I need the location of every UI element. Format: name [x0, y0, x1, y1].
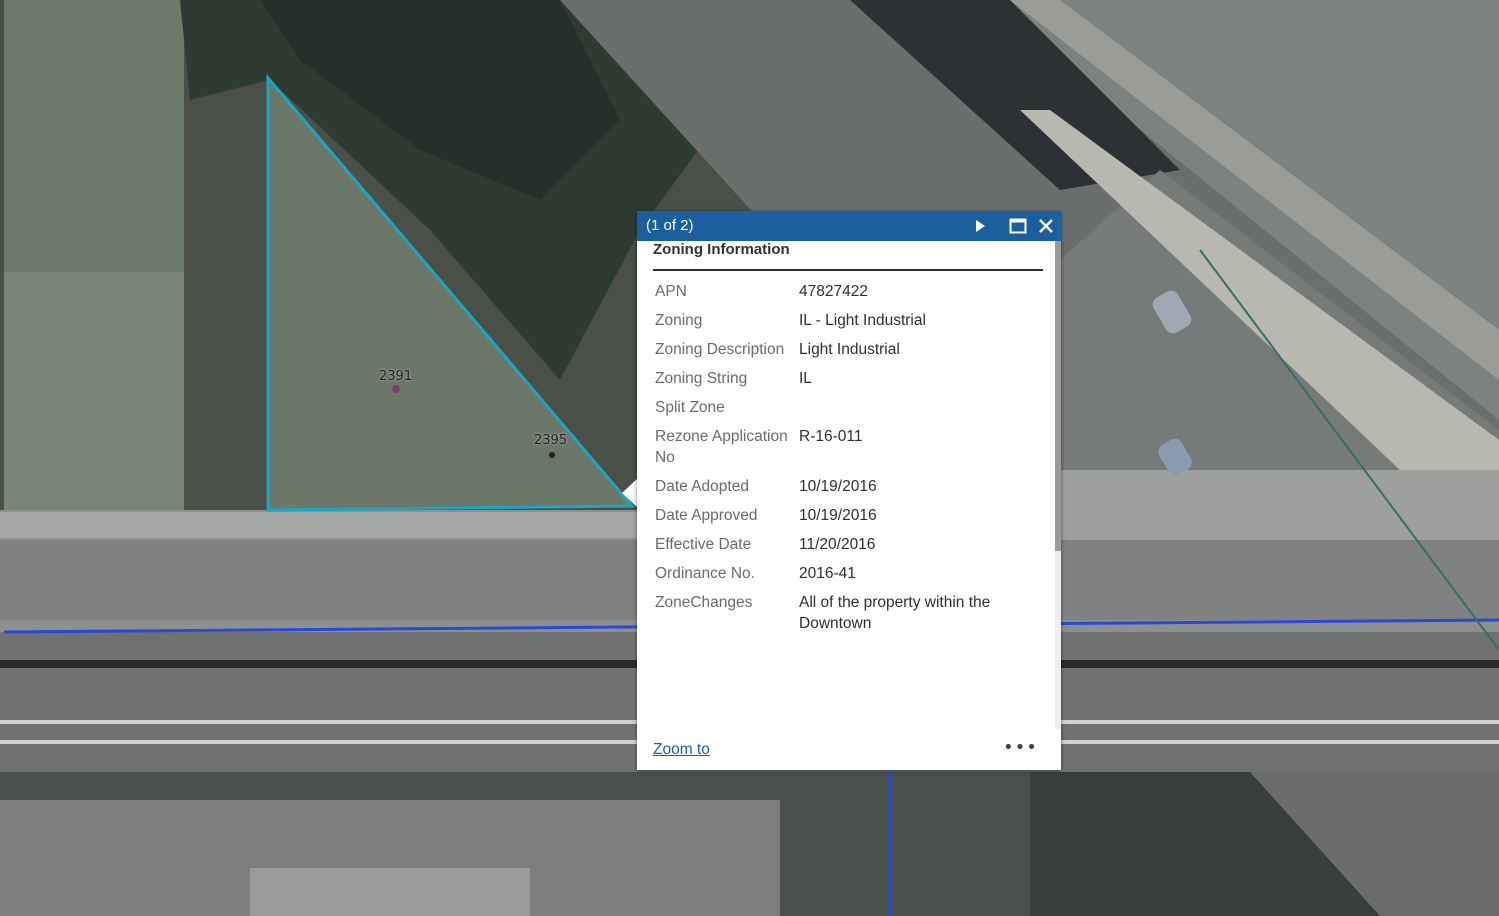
attribute-row: Date Approved 10/19/2016: [653, 501, 1043, 530]
attribute-key: Date Approved: [655, 507, 758, 524]
attribute-key: Rezone Application No: [655, 428, 788, 466]
attribute-value: All of the property within the Downtown: [799, 594, 991, 632]
parcel-label: 2391: [379, 369, 413, 384]
more-actions-button[interactable]: •••: [1003, 737, 1038, 758]
attribute-row: Zoning Description Light Industrial: [653, 335, 1043, 364]
scroll-thumb[interactable]: [1055, 241, 1061, 551]
next-feature-button[interactable]: [969, 215, 991, 237]
attribute-key: Zoning: [655, 312, 703, 329]
attribute-value: 10/19/2016: [799, 478, 877, 495]
attribute-key: Zoning Description: [655, 341, 785, 358]
zoom-to-link[interactable]: Zoom to: [653, 741, 710, 759]
maximize-icon: [1009, 218, 1027, 234]
attribute-row: ZoneChanges All of the property within th…: [653, 588, 1043, 638]
attribute-key: Effective Date: [655, 536, 752, 553]
feature-pager: (1 of 2): [646, 217, 694, 234]
popup-header: (1 of 2): [637, 211, 1061, 241]
attribute-table: APN 47827422 Zoning IL - Light Industrial Zo…: [653, 277, 1043, 638]
attribute-value: R-16-011: [799, 428, 863, 445]
maximize-button[interactable]: [1007, 215, 1029, 237]
attribute-value: IL: [799, 370, 812, 387]
attribute-key: Split Zone: [655, 399, 725, 416]
attribute-row: Rezone Application No R-16-011: [653, 422, 1043, 472]
attribute-value: IL - Light Industrial: [799, 312, 926, 329]
attribute-value: Light Industrial: [799, 341, 900, 358]
attribute-row: Zoning String IL: [653, 364, 1043, 393]
attribute-row: Zoning IL - Light Industrial: [653, 306, 1043, 335]
attribute-key: Date Adopted: [655, 478, 749, 495]
identify-popup: (1 of 2) Zoning Information APN 47827422 Z…: [637, 211, 1061, 770]
attribute-value: 10/19/2016: [799, 507, 877, 524]
close-icon: [1039, 219, 1053, 233]
attribute-value: 47827422: [799, 283, 868, 300]
attribute-key: Ordinance No.: [655, 565, 755, 582]
popup-content[interactable]: APN 47827422 Zoning IL - Light Industrial Zo…: [637, 241, 1055, 729]
attribute-row: Ordinance No. 2016-41: [653, 559, 1043, 588]
play-next-icon: [976, 220, 985, 232]
attribute-row: Effective Date 11/20/2016: [653, 530, 1043, 559]
attribute-value: [797, 393, 1043, 422]
popup-scrollbar[interactable]: [1055, 241, 1061, 729]
attribute-row: APN 47827422: [653, 277, 1043, 306]
attribute-row: Split Zone: [653, 393, 1043, 422]
parcel-label: 2395: [534, 433, 568, 448]
attribute-key: Zoning String: [655, 370, 748, 387]
attribute-key: APN: [655, 283, 687, 300]
attribute-value: 2016-41: [799, 565, 856, 582]
close-button[interactable]: [1035, 215, 1057, 237]
attribute-value: 11/20/2016: [799, 536, 876, 553]
popup-pointer: [622, 478, 638, 508]
attribute-row: Date Adopted 10/19/2016: [653, 472, 1043, 501]
attribute-key: ZoneChanges: [655, 594, 753, 611]
